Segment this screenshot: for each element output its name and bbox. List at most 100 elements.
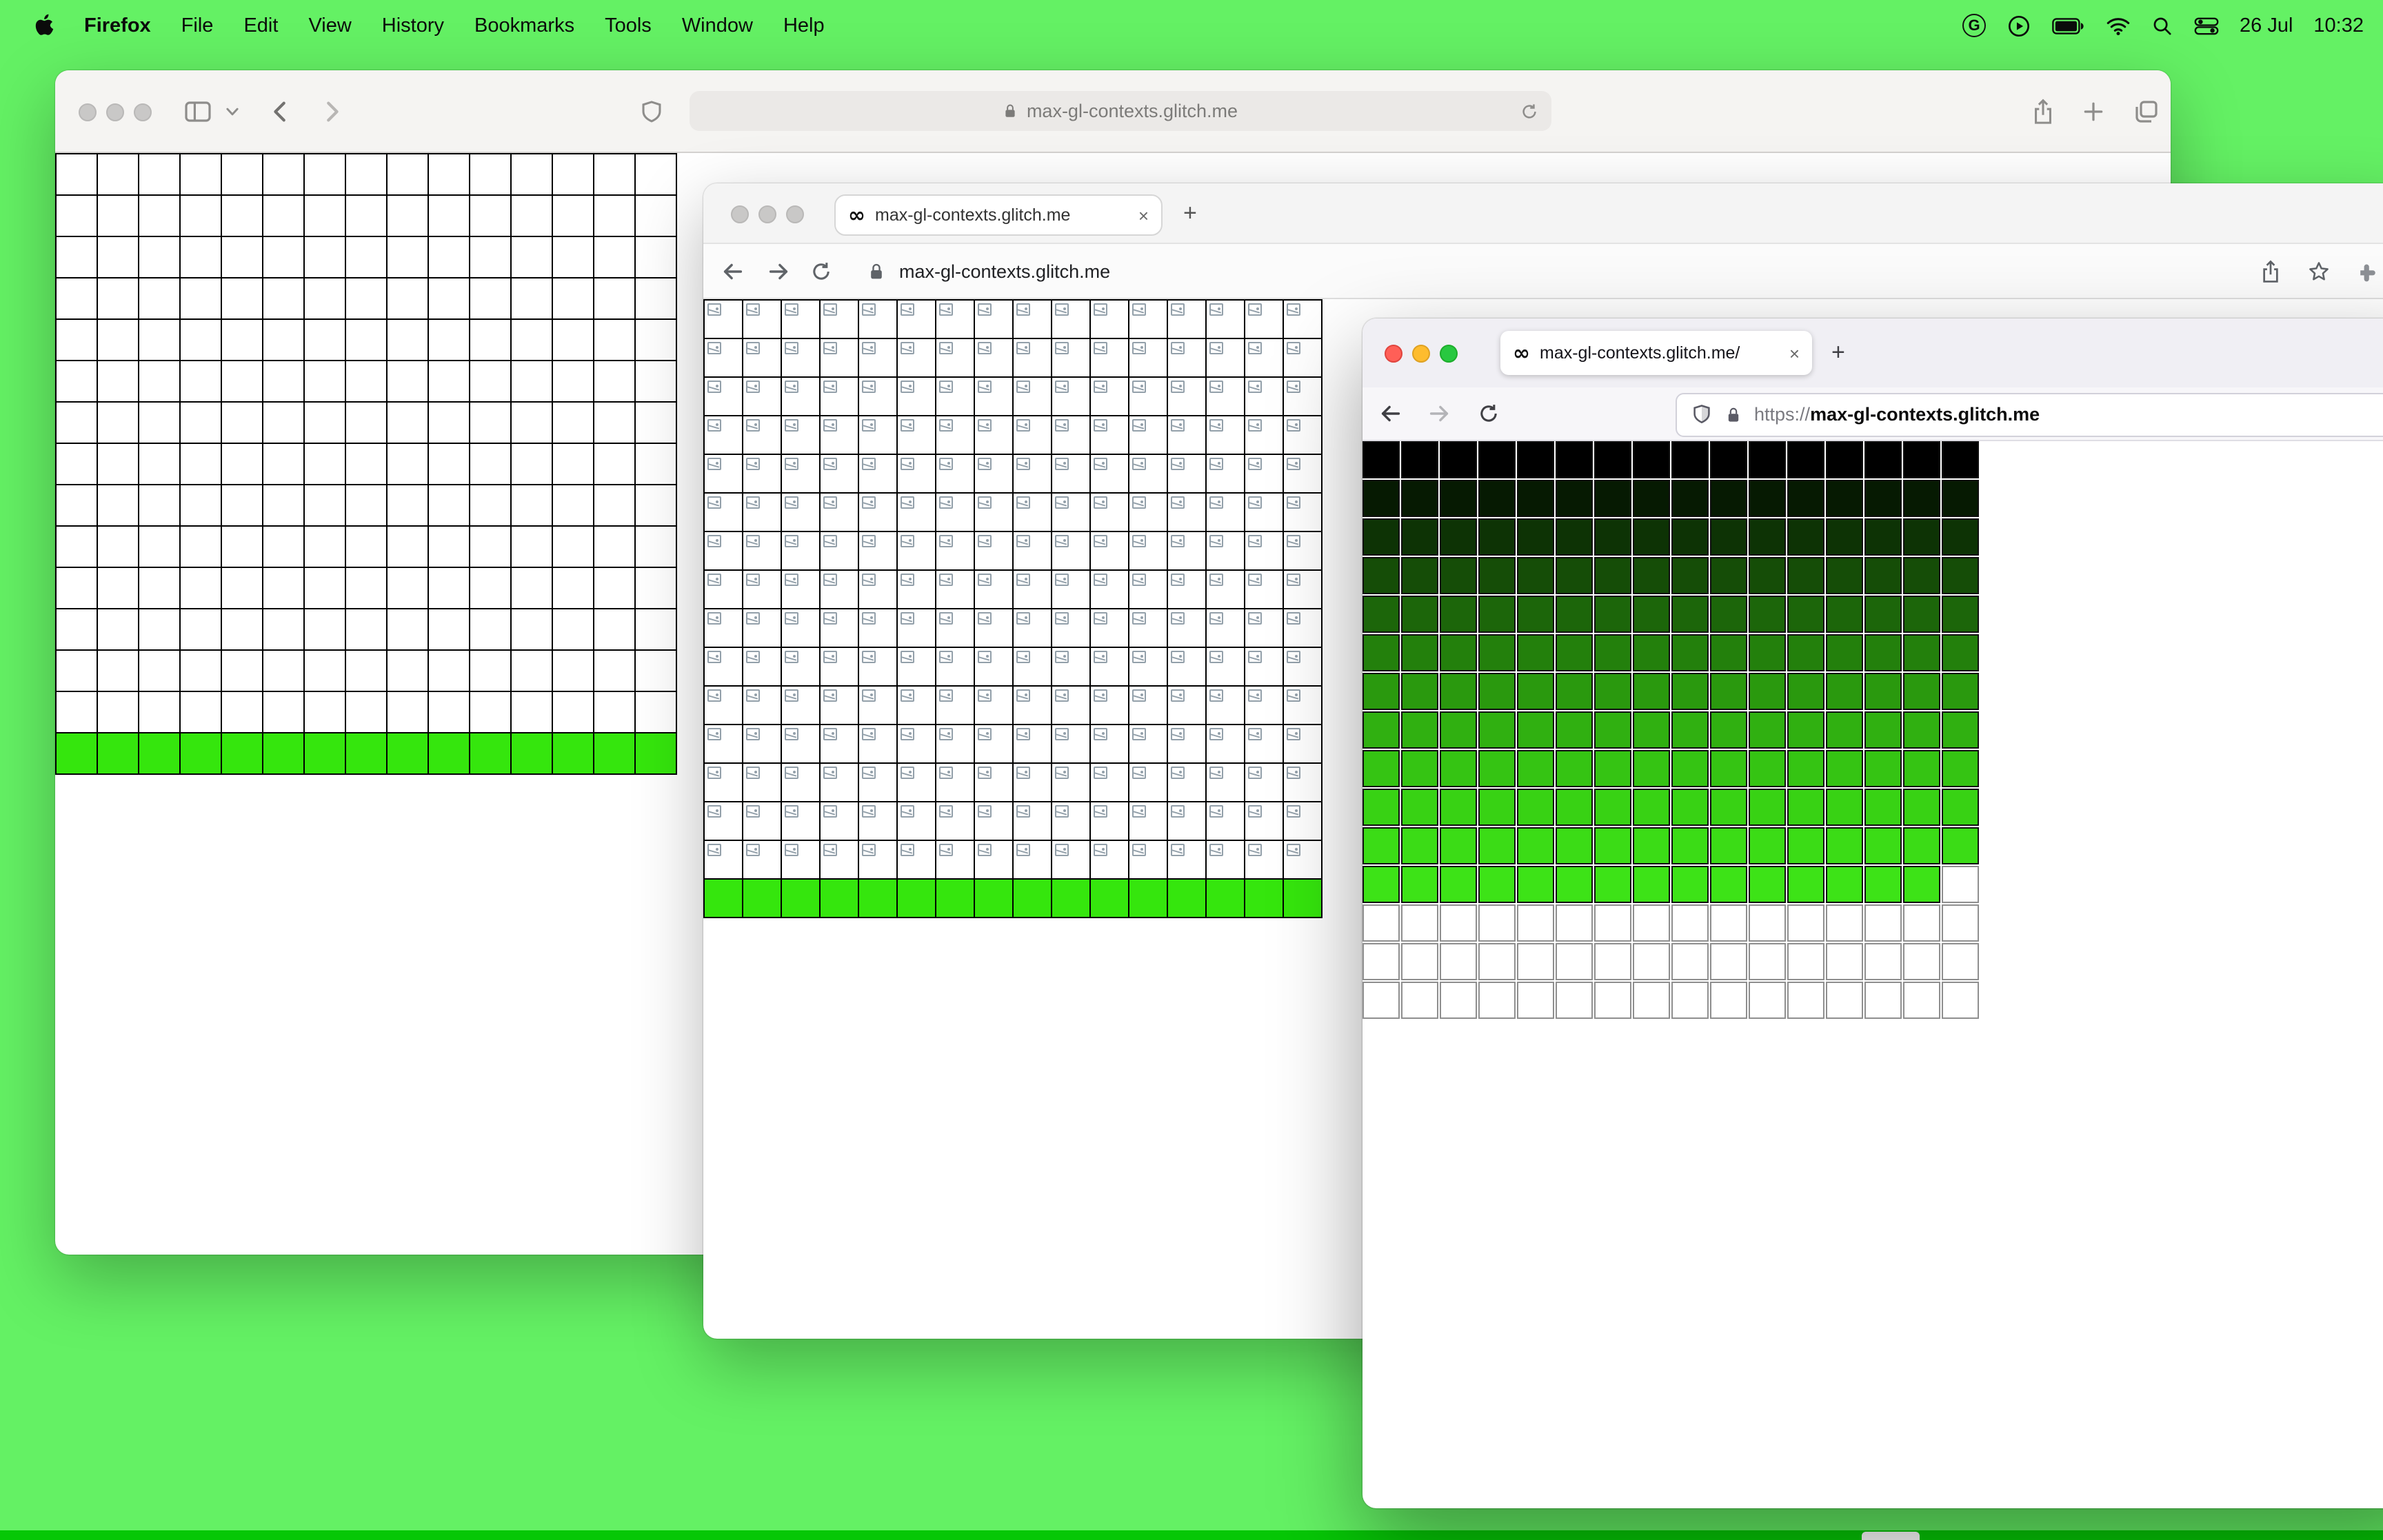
extension-puzzle-icon[interactable] — [2355, 259, 2380, 283]
new-tab-button[interactable]: + — [1183, 199, 1197, 227]
menu-tools[interactable]: Tools — [590, 14, 667, 37]
menu-bookmarks[interactable]: Bookmarks — [459, 14, 590, 37]
canvas-cell — [512, 609, 552, 649]
privacy-shield-icon[interactable] — [639, 97, 665, 125]
control-center-icon[interactable] — [2194, 16, 2219, 35]
reload-icon[interactable] — [1520, 101, 1539, 121]
broken-image-icon — [1209, 419, 1223, 432]
canvas-cell — [429, 609, 469, 649]
tab-close-icon[interactable]: × — [1789, 344, 1800, 362]
lock-icon[interactable] — [1725, 405, 1742, 424]
wifi-icon[interactable] — [2106, 16, 2131, 35]
play-status-icon[interactable] — [2007, 13, 2031, 38]
canvas-cell — [470, 320, 510, 360]
url-field[interactable]: max-gl-contexts.glitch.me — [690, 91, 1551, 131]
menu-file[interactable]: File — [166, 14, 229, 37]
battery-icon[interactable] — [2052, 17, 2085, 34]
broken-image-icon — [785, 844, 798, 856]
share-icon[interactable] — [2259, 258, 2282, 284]
reload-icon[interactable] — [810, 259, 833, 283]
browser-tab[interactable]: ∞ max-gl-contexts.glitch.me/ × — [1500, 331, 1812, 375]
broken-image-icon — [1016, 805, 1030, 818]
broken-image-icon — [939, 381, 953, 393]
broken-image-icon — [707, 612, 721, 625]
canvas-cell — [1363, 827, 1400, 864]
back-button[interactable] — [268, 98, 294, 124]
menu-app-name[interactable]: Firefox — [69, 14, 166, 37]
chevron-down-icon[interactable] — [223, 102, 241, 120]
canvas-cell — [1363, 441, 1400, 478]
forward-button[interactable] — [765, 258, 792, 284]
broken-image-icon — [1209, 535, 1223, 547]
window-zoom-button[interactable] — [1440, 345, 1458, 363]
broken-image-icon — [746, 419, 760, 432]
canvas-cell — [975, 494, 1012, 531]
bookmark-star-icon[interactable] — [2307, 259, 2331, 283]
tab-overview-icon[interactable] — [2131, 97, 2160, 125]
window-close-button[interactable] — [731, 205, 749, 223]
canvas-cell — [898, 802, 935, 840]
canvas-cell — [346, 527, 386, 567]
canvas-cell — [222, 733, 262, 773]
infinity-favicon: ∞ — [848, 202, 865, 227]
tracking-shield-icon[interactable] — [1691, 403, 1713, 426]
lock-icon[interactable] — [867, 261, 885, 281]
window-minimize-button[interactable] — [758, 205, 776, 223]
broken-image-icon — [1094, 535, 1107, 547]
canvas-cell — [1864, 711, 1902, 749]
canvas-cell — [553, 237, 593, 277]
window-zoom-button[interactable] — [134, 103, 152, 121]
canvas-cell — [1903, 518, 1940, 556]
broken-image-icon — [1094, 381, 1107, 393]
canvas-cell — [898, 880, 935, 917]
apple-menu-icon[interactable] — [19, 14, 69, 37]
menu-help[interactable]: Help — [768, 14, 840, 37]
new-tab-icon[interactable] — [2081, 99, 2106, 123]
canvas-cell — [388, 651, 428, 691]
canvas-cell — [181, 361, 221, 401]
browser-tab[interactable]: ∞ max-gl-contexts.glitch.me × — [834, 194, 1163, 236]
url-bar[interactable]: https://max-gl-contexts.glitch.me — [1676, 392, 2383, 436]
canvas-cell — [263, 320, 303, 360]
window-close-button[interactable] — [1385, 345, 1402, 363]
canvas-cell — [975, 378, 1012, 415]
canvas-cell — [1594, 557, 1631, 594]
tab-close-icon[interactable]: × — [1138, 206, 1149, 224]
new-tab-button[interactable]: + — [1831, 339, 1845, 367]
menu-view[interactable]: View — [293, 14, 366, 37]
reload-icon[interactable] — [1477, 402, 1500, 425]
sidebar-toggle-icon[interactable] — [183, 97, 212, 125]
window-close-button[interactable] — [79, 103, 97, 121]
share-icon[interactable] — [2030, 97, 2056, 125]
grammarly-icon[interactable]: G — [1962, 14, 1986, 37]
window-zoom-button[interactable] — [786, 205, 804, 223]
canvas-cell — [636, 651, 676, 691]
canvas-cell — [98, 485, 138, 525]
menu-date[interactable]: 26 Jul — [2240, 14, 2293, 37]
back-button[interactable] — [1378, 401, 1404, 427]
canvas-cell — [98, 278, 138, 318]
canvas-cell — [1787, 634, 1824, 671]
canvas-cell — [1787, 789, 1824, 826]
menu-window[interactable]: Window — [667, 14, 768, 37]
menu-history[interactable]: History — [367, 14, 459, 37]
canvas-cell — [1864, 673, 1902, 710]
forward-button[interactable] — [319, 98, 345, 124]
menu-time[interactable]: 10:32 — [2313, 14, 2364, 37]
back-button[interactable] — [720, 258, 746, 284]
canvas-cell — [1363, 943, 1400, 980]
window-minimize-button[interactable] — [106, 103, 124, 121]
menu-edit[interactable]: Edit — [228, 14, 293, 37]
canvas-cell — [1014, 725, 1051, 762]
url-text[interactable]: max-gl-contexts.glitch.me — [899, 261, 1110, 281]
forward-button[interactable] — [1426, 401, 1452, 427]
canvas-cell — [898, 301, 935, 338]
broken-image-icon — [707, 689, 721, 702]
broken-image-icon — [1248, 844, 1262, 856]
window-minimize-button[interactable] — [1412, 345, 1430, 363]
canvas-cell — [1245, 802, 1283, 840]
canvas-cell — [705, 609, 742, 647]
spotlight-search-icon[interactable] — [2151, 14, 2173, 37]
canvas-cell — [512, 403, 552, 443]
canvas-cell — [263, 196, 303, 236]
